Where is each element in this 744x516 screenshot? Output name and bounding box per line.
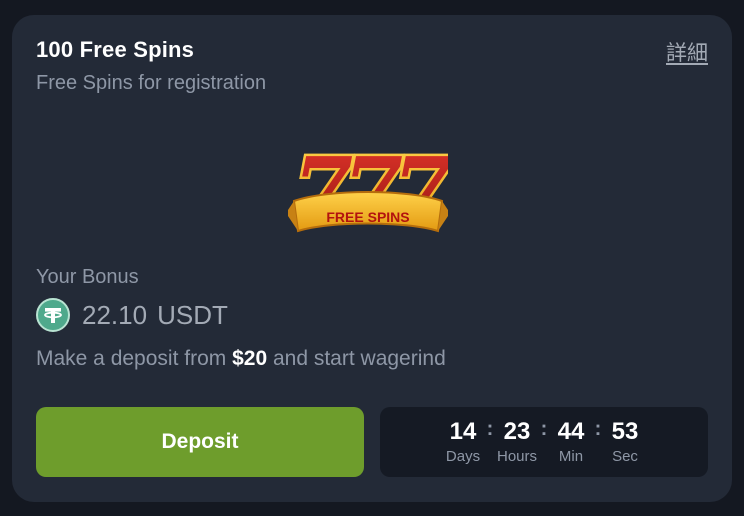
countdown-separator: :: [540, 418, 548, 440]
free-spins-777-image: 777 FREE SPINS: [288, 137, 448, 243]
countdown-hours: 23 Hours: [496, 407, 538, 466]
countdown-seconds-value: 53: [611, 418, 639, 445]
countdown-minutes: 44 Min: [550, 407, 592, 466]
countdown-days: 14 Days: [442, 407, 484, 466]
countdown-separator: :: [594, 418, 602, 440]
countdown-minutes-label: Min: [558, 448, 584, 465]
tether-icon: [36, 298, 70, 332]
countdown-timer: 14 Days : 23 Hours : 44 Min : 53 Sec: [380, 407, 708, 477]
bonus-label: Your Bonus: [36, 266, 139, 288]
deposit-hint-prefix: Make a deposit from: [36, 347, 233, 370]
bonus-card: 100 Free Spins Free Spins for registrati…: [12, 15, 732, 502]
card-title: 100 Free Spins: [36, 37, 195, 62]
bonus-amount-row: 22.10 USDT: [36, 297, 228, 333]
deposit-button[interactable]: Deposit: [36, 407, 364, 477]
card-subtitle: Free Spins for registration: [36, 72, 267, 94]
countdown-hours-value: 23: [503, 418, 531, 445]
free-spins-banner-text: FREE SPINS: [326, 209, 409, 225]
countdown-days-label: Days: [445, 448, 481, 465]
countdown-separator: :: [486, 418, 494, 440]
deposit-min-amount: $20: [232, 347, 268, 370]
countdown-seconds-label: Sec: [612, 448, 638, 465]
bonus-amount: 22.10: [82, 299, 148, 330]
deposit-hint-suffix: and start wagerind: [267, 347, 446, 370]
bonus-currency: USDT: [157, 299, 228, 330]
countdown-hours-label: Hours: [496, 448, 537, 465]
countdown-minutes-value: 44: [557, 418, 585, 445]
countdown-days-value: 14: [449, 418, 477, 445]
deposit-hint: Make a deposit from $20 and start wageri…: [36, 347, 446, 371]
countdown-seconds: 53 Sec: [604, 407, 646, 466]
details-link[interactable]: 詳細: [666, 37, 708, 67]
